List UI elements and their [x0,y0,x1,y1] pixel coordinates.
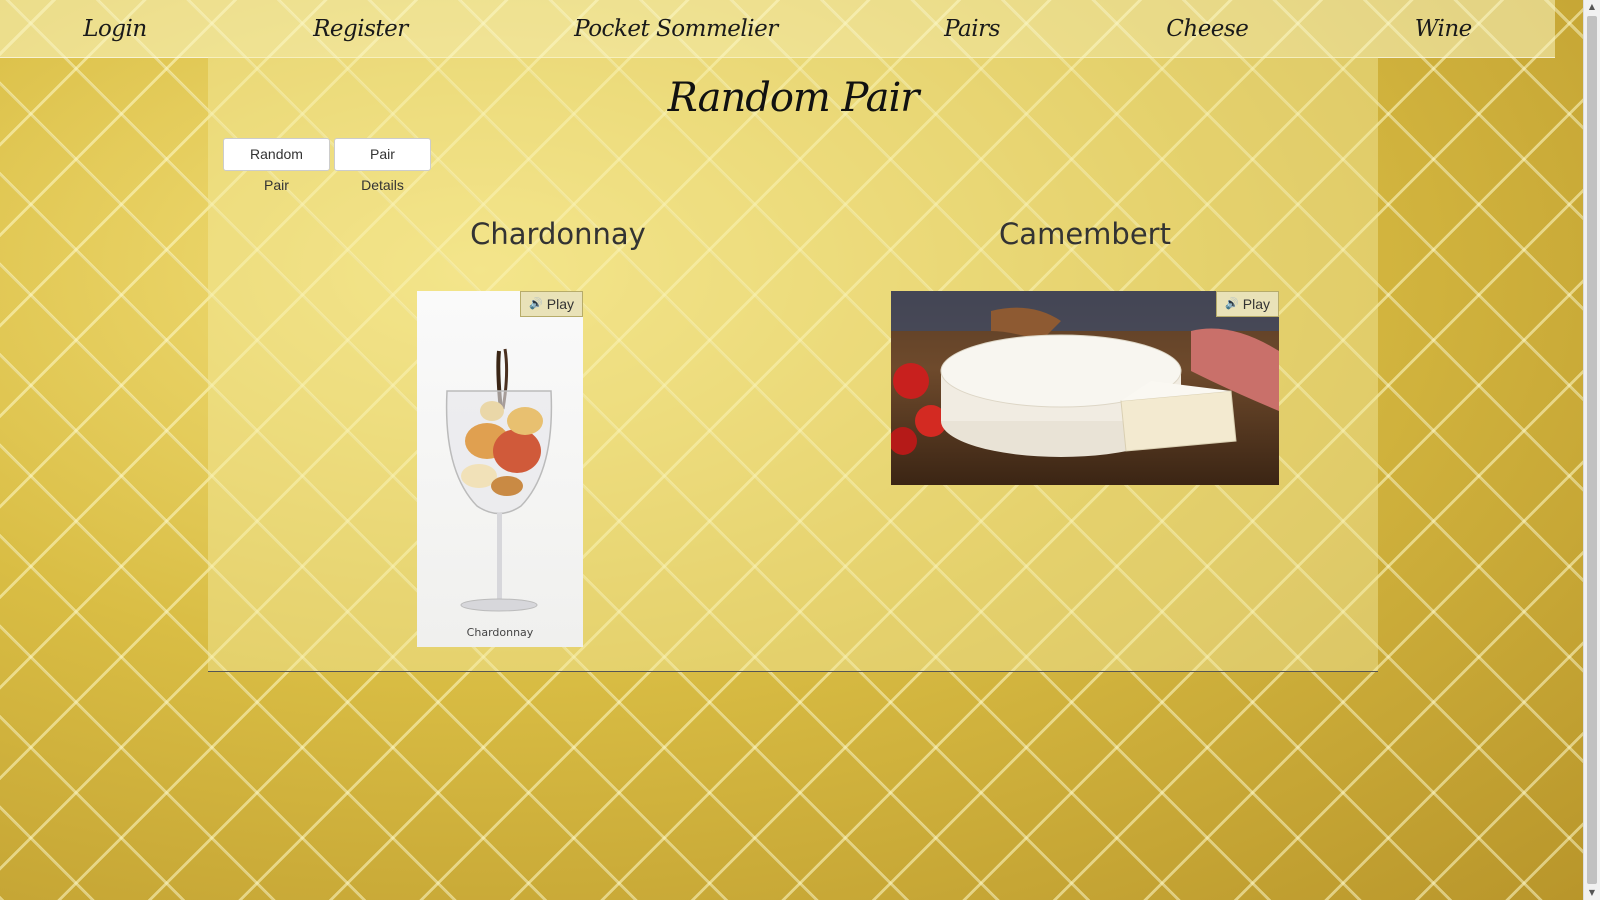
pair-details-button[interactable]: Pair Details [334,138,431,193]
speaker-icon: 🔊 [1225,298,1239,310]
nav-pairs[interactable]: Pairs [944,16,1000,42]
scroll-up-arrow-icon[interactable]: ▲ [1584,0,1600,14]
top-navbar: Login Register Pocket Sommelier Pairs Ch… [0,0,1555,58]
nav-wine[interactable]: Wine [1415,16,1473,42]
wine-glass-illustration [445,348,553,612]
main-panel: Random Pair Random Pair Pair Details Cha… [208,57,1378,672]
random-pair-button[interactable]: Random Pair [223,138,330,193]
wine-name: Chardonnay [470,217,646,251]
vertical-scrollbar[interactable]: ▲ ▼ [1583,0,1600,900]
camembert-illustration [891,291,1279,457]
nav-cheese[interactable]: Cheese [1166,16,1249,42]
cheese-play-label: Play [1242,296,1270,312]
speaker-icon: 🔊 [529,298,543,310]
nav-register[interactable]: Register [313,16,408,42]
nav-pocket-sommelier[interactable]: Pocket Sommelier [574,16,778,42]
wine-image-caption: Chardonnay [466,626,534,639]
cheese-play-button[interactable]: 🔊 Play [1216,291,1279,317]
cheese-image: 🔊 Play [891,291,1279,485]
wine-play-label: Play [546,296,574,312]
page-title: Random Pair [667,75,920,121]
wine-image: Chardonnay 🔊 Play [417,291,583,647]
scroll-down-arrow-icon[interactable]: ▼ [1584,886,1600,900]
scrollbar-thumb[interactable] [1587,16,1597,884]
wine-play-button[interactable]: 🔊 Play [520,291,583,317]
nav-login[interactable]: Login [83,16,147,42]
cheese-name: Camembert [999,217,1171,251]
